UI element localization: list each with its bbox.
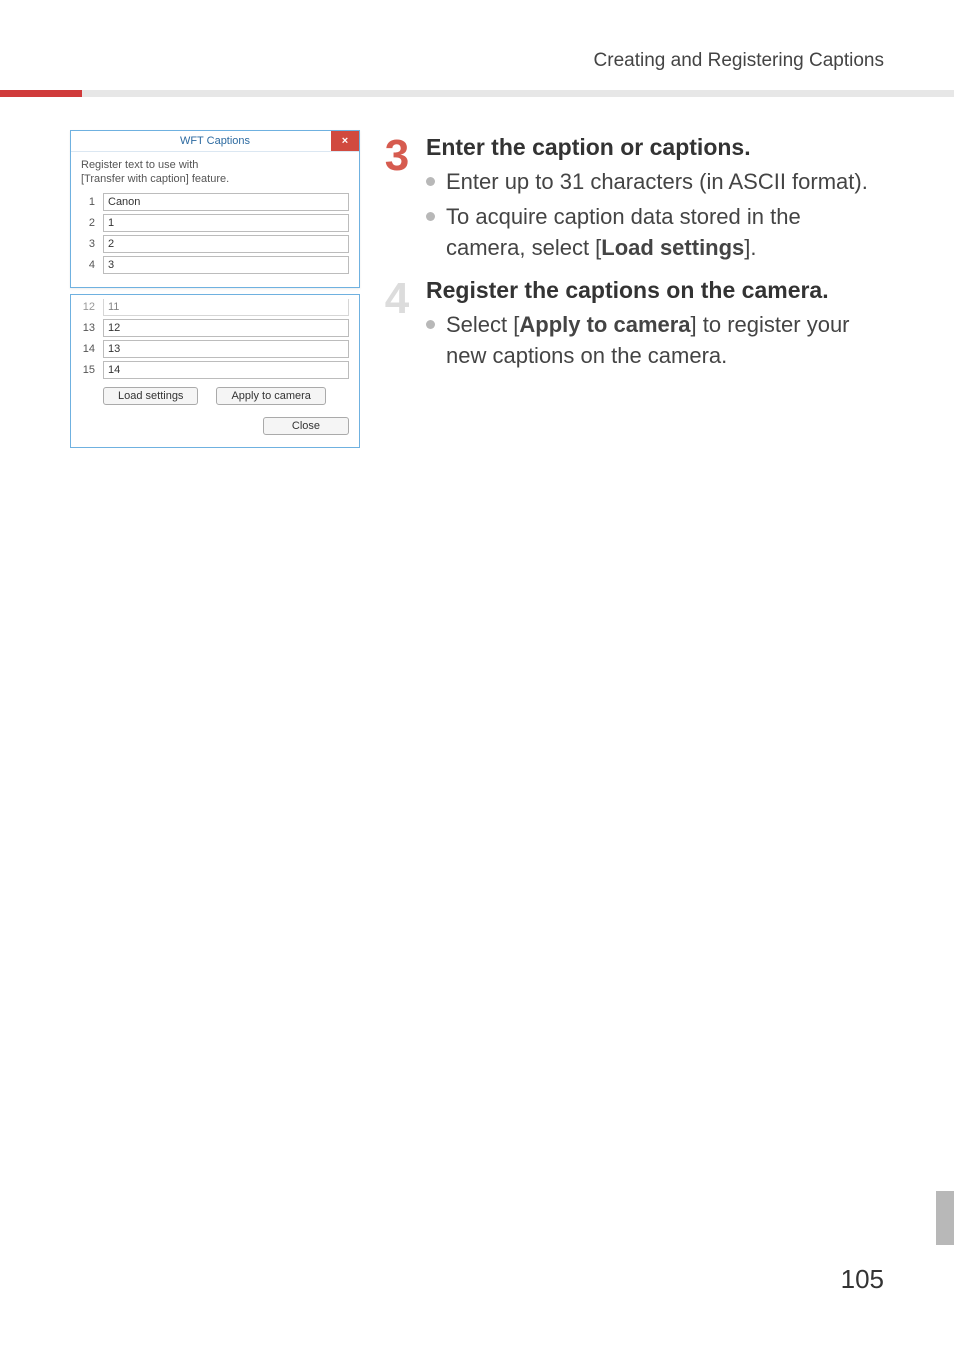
row-number: 1 [81,196,95,208]
bullet-bold: Load settings [601,235,744,260]
wft-captions-dialog-top: WFT Captions × Register text to use with… [70,130,360,288]
caption-row: 15 14 [81,361,349,379]
step-title: Register the captions on the camera. [426,277,884,304]
bullet-item: Select [Apply to camera] to register you… [426,310,884,372]
caption-input[interactable]: 3 [103,256,349,274]
row-number: 15 [81,364,95,376]
caption-row: 12 11 [81,299,349,316]
caption-input[interactable]: 13 [103,340,349,358]
bullet-bold: Apply to camera [519,312,690,337]
row-number: 3 [81,238,95,250]
caption-input[interactable]: 1 [103,214,349,232]
bullet-item: Enter up to 31 characters (in ASCII form… [426,167,884,198]
caption-row: 3 2 [81,235,349,253]
row-number: 14 [81,343,95,355]
bullet-item: To acquire caption data stored in the ca… [426,202,884,264]
section-title: Creating and Registering Captions [0,50,954,72]
close-button[interactable]: Close [263,417,349,435]
caption-row: 4 3 [81,256,349,274]
caption-input[interactable]: 12 [103,319,349,337]
header-divider [0,90,954,97]
step-number: 4 [382,277,412,321]
page-number: 105 [841,1264,884,1295]
caption-row: 13 12 [81,319,349,337]
step-number: 3 [382,134,412,178]
caption-row: 1 Canon [81,193,349,211]
dialog-instruction-line2: [Transfer with caption] feature. [81,173,229,185]
apply-to-camera-button[interactable]: Apply to camera [216,387,325,405]
caption-input[interactable]: 11 [103,299,349,316]
row-number: 4 [81,259,95,271]
row-number: 12 [81,301,95,313]
caption-input[interactable]: 2 [103,235,349,253]
dialog-title: WFT Captions [180,135,250,147]
wft-captions-dialog-bottom: 12 11 13 12 14 13 15 14 Load settings [70,294,360,448]
dialog-instruction-line1: Register text to use with [81,159,198,171]
caption-row: 2 1 [81,214,349,232]
bullet-text: Select [ [446,312,519,337]
caption-input[interactable]: Canon [103,193,349,211]
caption-input[interactable]: 14 [103,361,349,379]
row-number: 2 [81,217,95,229]
row-number: 13 [81,322,95,334]
bullet-text: ]. [744,235,756,260]
caption-row: 14 13 [81,340,349,358]
load-settings-button[interactable]: Load settings [103,387,198,405]
dialog-titlebar: WFT Captions × [71,131,359,152]
side-tab-marker [936,1191,954,1245]
dialog-instruction: Register text to use with [Transfer with… [81,158,349,187]
step-title: Enter the caption or captions. [426,134,884,161]
close-icon[interactable]: × [331,131,359,151]
